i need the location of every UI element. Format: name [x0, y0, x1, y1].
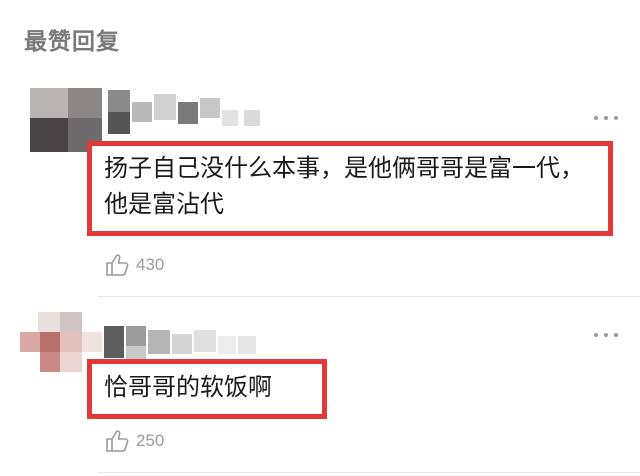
like-button[interactable]: 250: [104, 426, 164, 456]
username[interactable]: [104, 326, 264, 360]
comment-text: 扬子自己没什么本事，是他俩哥哥是富一代，他是富沾代: [104, 154, 584, 218]
like-count: 430: [136, 255, 165, 274]
replies-page: 最赞回复 扬子自己没什么本事，是他俩哥哥是富一代，他是富沾代 430 恰哥哥的软…: [0, 0, 640, 476]
comment-text: 恰哥哥的软饭啊: [104, 373, 272, 401]
more-dots-icon[interactable]: [592, 330, 622, 340]
like-count: 250: [136, 431, 165, 450]
section-title: 最赞回复: [24, 29, 120, 55]
divider: [98, 472, 640, 473]
divider: [98, 296, 640, 297]
username[interactable]: [108, 90, 268, 134]
thumbs-up-icon: [106, 430, 129, 452]
like-button[interactable]: 430: [104, 250, 164, 280]
thumbs-up-icon: [106, 254, 129, 276]
more-dots-icon[interactable]: [592, 113, 622, 123]
